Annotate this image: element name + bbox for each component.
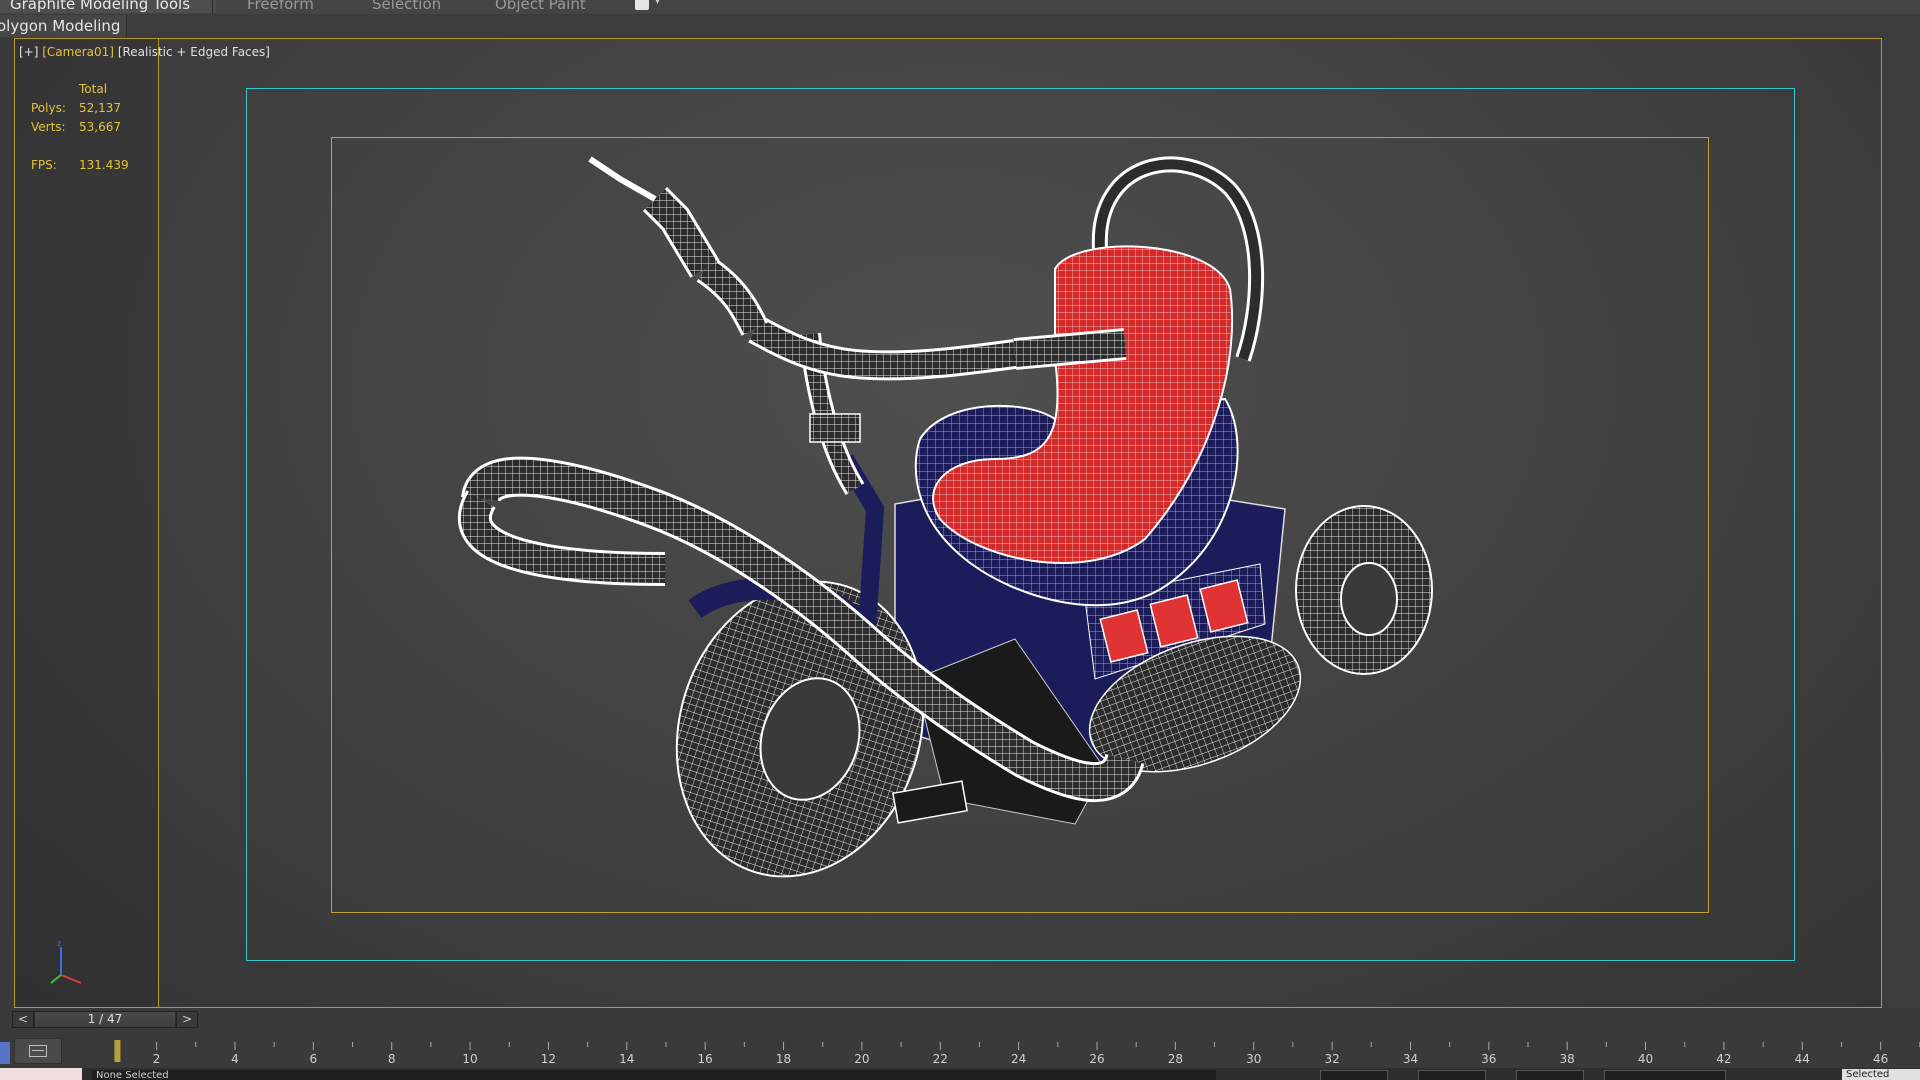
coord-y-field[interactable]: [1418, 1070, 1486, 1080]
timeline-tick-label: 22: [933, 1052, 948, 1066]
handlebar-left-rise-mesh: [698, 259, 766, 335]
timeline-tick-label: 6: [310, 1052, 318, 1066]
timeline-tick-label: 36: [1481, 1052, 1496, 1066]
timeline-tick-label: 4: [231, 1052, 239, 1066]
time-slider-frame-readout[interactable]: 1 / 47: [35, 1012, 175, 1027]
timeline-tick-label: 32: [1324, 1052, 1339, 1066]
time-slider-row: < 1 / 47 >: [0, 1008, 1920, 1036]
timeline-tick-label: 44: [1795, 1052, 1810, 1066]
status-prompt-field: None Selected: [92, 1070, 1216, 1080]
tab-selection[interactable]: Selection: [372, 0, 441, 13]
timeline-tick-label: 24: [1011, 1052, 1026, 1066]
time-slider-next-button[interactable]: >: [176, 1012, 197, 1027]
selected-dropdown[interactable]: Selected: [1842, 1069, 1920, 1080]
rear-wheel-right-hub: [1340, 562, 1398, 636]
timeline-tick-label: 46: [1873, 1052, 1888, 1066]
timeline-tick-label: 38: [1560, 1052, 1575, 1066]
handlebar-grip-right-mesh: [1013, 331, 1127, 367]
headset: [809, 413, 861, 443]
left-edge-strip: [0, 38, 15, 1008]
timeline-tick-label: 2: [153, 1052, 161, 1066]
timeline-tick-label: 18: [776, 1052, 791, 1066]
coord-z-field[interactable]: [1516, 1070, 1584, 1080]
camera-viewport[interactable]: [+] [Camera01] [Realistic + Edged Faces]…: [14, 38, 1882, 1008]
timeline-tick-label: 8: [388, 1052, 396, 1066]
timeline-tick-label: 10: [462, 1052, 477, 1066]
timeline-tick-label: 40: [1638, 1052, 1653, 1066]
timeline-tick-label: 12: [541, 1052, 556, 1066]
timeline-tick-label: 14: [619, 1052, 634, 1066]
tab-freeform[interactable]: Freeform: [247, 0, 314, 13]
right-edge-strip: [1882, 38, 1920, 1008]
chevron-down-icon[interactable]: ▾: [655, 0, 660, 7]
timeline-tick-label: 26: [1089, 1052, 1104, 1066]
tab-separator: [212, 0, 213, 14]
brake-lever: [588, 156, 657, 202]
time-slider-prev-button[interactable]: <: [13, 1012, 34, 1027]
timeline-tick-label: 16: [698, 1052, 713, 1066]
current-frame-marker[interactable]: [114, 1040, 121, 1062]
tab-object-paint[interactable]: Object Paint: [495, 0, 586, 13]
track-bar-row: 2 4 6 8 10 12 14 16 18 20 22 24 26 28 30 32 34 36 38 40 42 44…: [0, 1036, 1920, 1068]
polygon-modeling-panel-label[interactable]: olygon Modeling: [0, 15, 128, 37]
ribbon-tab-bar: Graphite Modeling Tools Freeform Selecti…: [0, 0, 1920, 15]
grid-setting-field[interactable]: [1604, 1070, 1726, 1080]
status-bar: None Selected Selected: [0, 1068, 1920, 1080]
track-bar[interactable]: 2 4 6 8 10 12 14 16 18 20 22 24 26 28 30 32 34 36 38 40 42 44…: [0, 1036, 1920, 1068]
timeline-tick-label: 34: [1403, 1052, 1418, 1066]
tab-graphite-modeling-tools[interactable]: Graphite Modeling Tools: [0, 0, 217, 13]
coord-x-field[interactable]: [1320, 1070, 1388, 1080]
time-slider[interactable]: < 1 / 47 >: [12, 1011, 198, 1028]
timeline-tick-label: 28: [1168, 1052, 1183, 1066]
maxscript-listener-mini[interactable]: [0, 1068, 82, 1080]
timeline-tick-label: 30: [1246, 1052, 1261, 1066]
tricycle-model[interactable]: [15, 39, 1881, 1007]
timeline-tick-label: 20: [854, 1052, 869, 1066]
ribbon-panel-bar: olygon Modeling: [0, 14, 1920, 38]
timeline-tick-label: 42: [1716, 1052, 1731, 1066]
ribbon-options-icon[interactable]: [635, 0, 649, 10]
